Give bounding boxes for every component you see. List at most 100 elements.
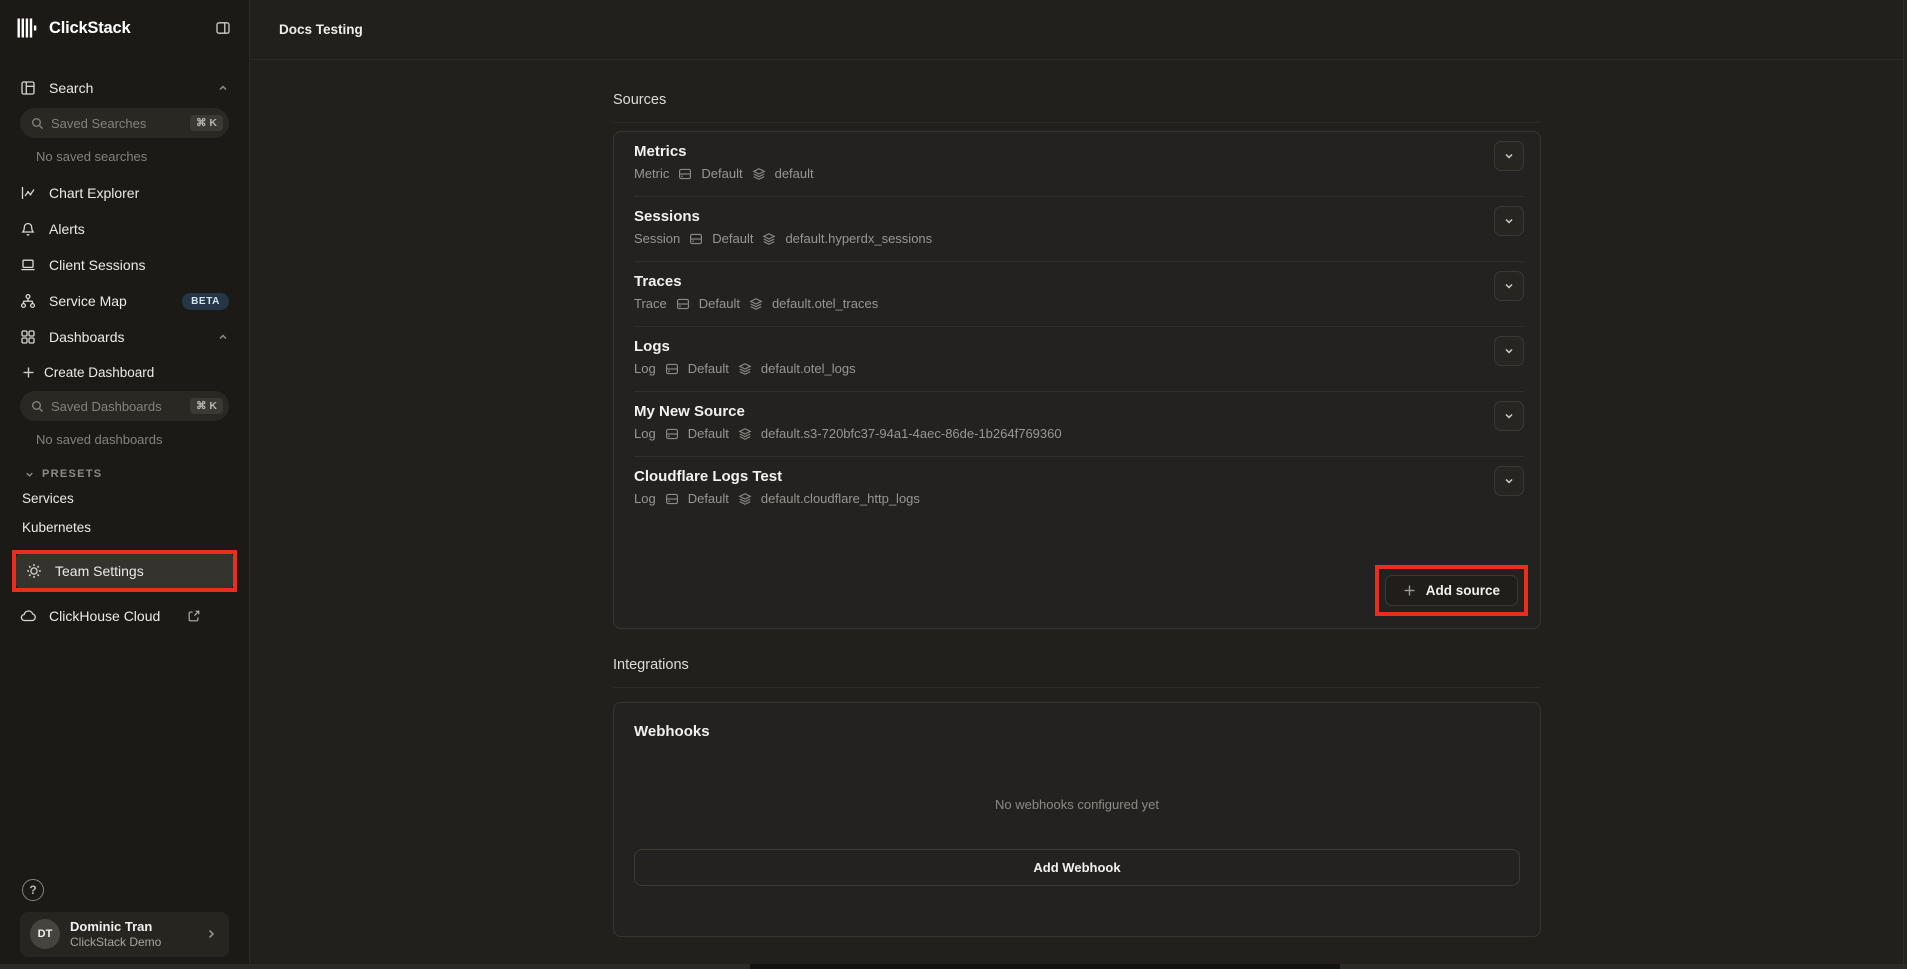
sidebar-item-clickhouse-cloud[interactable]: ClickHouse Cloud <box>10 598 239 634</box>
laptop-icon <box>20 257 36 273</box>
bell-icon <box>20 221 36 237</box>
saved-dashboards-search[interactable]: ⌘ K <box>20 391 229 421</box>
sources-panel: Metrics Metric Default default Sessions … <box>613 131 1541 629</box>
sidebar-spacer <box>10 634 239 879</box>
create-dashboard-button[interactable]: Create Dashboard <box>10 355 239 389</box>
no-saved-searches-text: No saved searches <box>10 146 239 175</box>
sidebar-item-team-settings[interactable]: Team Settings <box>16 554 233 588</box>
no-saved-dashboards-text: No saved dashboards <box>10 429 239 458</box>
user-org: ClickStack Demo <box>70 935 161 950</box>
source-row-logs: Logs Log Default default.otel_logs <box>614 327 1540 391</box>
source-meta: Log Default default.s3-720bfc37-94a1-4ae… <box>634 426 1480 441</box>
source-row-cloudflare-logs-test: Cloudflare Logs Test Log Default default… <box>614 457 1540 521</box>
source-title: Traces <box>634 273 1480 290</box>
annotation-box-team-settings: Team Settings <box>12 550 237 592</box>
annotation-box-add-source: Add source <box>1375 565 1528 616</box>
sidebar-item-label: Search <box>49 80 93 96</box>
sidebar-item-label: Service Map <box>49 293 127 309</box>
webhooks-title: Webhooks <box>614 703 1540 740</box>
expand-source-button[interactable] <box>1494 271 1524 301</box>
create-dashboard-label: Create Dashboard <box>44 365 154 380</box>
sidebar-item-chart-explorer[interactable]: Chart Explorer <box>10 175 239 211</box>
source-meta: Log Default default.cloudflare_http_logs <box>634 491 1480 506</box>
expand-source-button[interactable] <box>1494 206 1524 236</box>
database-icon <box>665 427 679 441</box>
sidebar-item-alerts[interactable]: Alerts <box>10 211 239 247</box>
help-icon: ? <box>29 883 36 897</box>
table-icon <box>738 427 752 441</box>
preset-item-kubernetes[interactable]: Kubernetes <box>10 513 239 542</box>
database-icon <box>676 297 690 311</box>
expand-source-button[interactable] <box>1494 336 1524 366</box>
expand-source-button[interactable] <box>1494 466 1524 496</box>
source-connection: Default <box>688 491 729 506</box>
help-button[interactable]: ? <box>22 879 44 901</box>
topbar: Docs Testing <box>251 0 1907 60</box>
table-icon <box>738 362 752 376</box>
source-meta: Trace Default default.otel_traces <box>634 296 1480 311</box>
source-table: default.hyperdx_sessions <box>785 231 932 246</box>
gear-icon <box>26 563 42 579</box>
source-kind: Trace <box>634 296 667 311</box>
table-icon <box>749 297 763 311</box>
logo-row: ClickStack <box>0 0 249 56</box>
webhooks-panel: Webhooks No webhooks configured yet Add … <box>613 702 1541 937</box>
sources-heading: Sources <box>613 92 1541 108</box>
add-source-button[interactable]: Add source <box>1385 575 1518 606</box>
shortcut-badge: ⌘ K <box>190 115 223 131</box>
source-connection: Default <box>688 361 729 376</box>
sidebar-item-client-sessions[interactable]: Client Sessions <box>10 247 239 283</box>
database-icon <box>678 167 692 181</box>
chart-explorer-icon <box>20 185 36 201</box>
search-icon <box>31 117 44 130</box>
user-menu[interactable]: DT Dominic Tran ClickStack Demo <box>20 912 229 957</box>
plus-icon <box>22 366 35 379</box>
sidebar-item-label: Client Sessions <box>49 257 146 273</box>
expand-source-button[interactable] <box>1494 141 1524 171</box>
external-link-icon <box>187 609 201 623</box>
source-kind: Log <box>634 426 656 441</box>
clickstack-logo-icon <box>15 16 39 40</box>
preset-item-services[interactable]: Services <box>10 484 239 513</box>
chevron-down-icon <box>24 469 35 480</box>
saved-dashboards-input[interactable] <box>51 399 183 414</box>
sidebar-nav: Search ⌘ K No saved searches Chart Explo… <box>0 56 249 969</box>
table-icon <box>762 232 776 246</box>
sidebar-item-search[interactable]: Search <box>10 70 239 106</box>
horizontal-scrollbar-thumb[interactable] <box>750 964 1340 969</box>
source-row-metrics: Metrics Metric Default default <box>614 132 1540 196</box>
search-section-icon <box>20 80 36 96</box>
page-title: Docs Testing <box>279 22 363 37</box>
presets-toggle[interactable]: PRESETS <box>10 458 239 484</box>
search-icon <box>31 400 44 413</box>
table-icon <box>738 492 752 506</box>
plus-icon <box>1403 584 1416 597</box>
sidebar-item-service-map[interactable]: Service Map BETA <box>10 283 239 319</box>
source-meta: Log Default default.otel_logs <box>634 361 1480 376</box>
dashboards-icon <box>20 329 36 345</box>
saved-searches-search[interactable]: ⌘ K <box>20 108 229 138</box>
source-kind: Session <box>634 231 680 246</box>
source-row-my-new-source: My New Source Log Default default.s3-720… <box>614 392 1540 456</box>
sidebar-item-dashboards[interactable]: Dashboards <box>10 319 239 355</box>
database-icon <box>665 362 679 376</box>
source-kind: Log <box>634 361 656 376</box>
beta-badge: BETA <box>182 293 229 310</box>
vertical-scrollbar[interactable] <box>1903 0 1907 969</box>
saved-searches-input[interactable] <box>51 116 183 131</box>
database-icon <box>665 492 679 506</box>
user-meta: Dominic Tran ClickStack Demo <box>70 919 161 950</box>
source-title: Cloudflare Logs Test <box>634 468 1480 485</box>
add-source-row: Add source <box>614 521 1540 628</box>
source-title: My New Source <box>634 403 1480 420</box>
source-meta: Session Default default.hyperdx_sessions <box>634 231 1480 246</box>
sidebar-item-label: ClickHouse Cloud <box>49 608 160 624</box>
expand-source-button[interactable] <box>1494 401 1524 431</box>
source-table: default <box>775 166 814 181</box>
source-title: Sessions <box>634 208 1480 225</box>
source-row-traces: Traces Trace Default default.otel_traces <box>614 262 1540 326</box>
collapse-sidebar-icon[interactable] <box>211 16 235 40</box>
cloud-icon <box>20 608 36 624</box>
source-connection: Default <box>699 296 740 311</box>
add-webhook-button[interactable]: Add Webhook <box>634 849 1520 886</box>
